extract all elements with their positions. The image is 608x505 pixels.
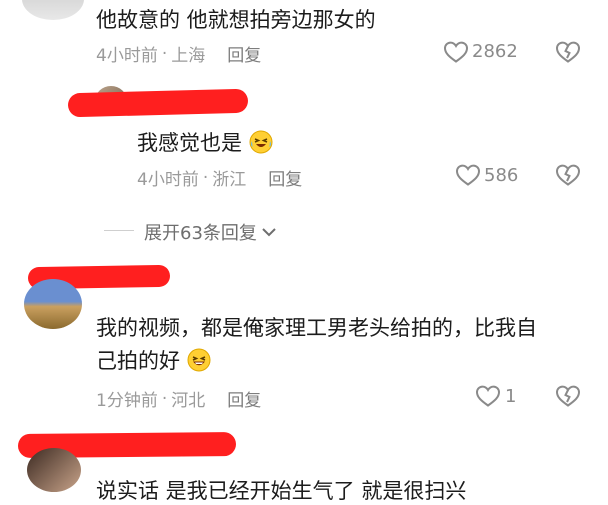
- avatar[interactable]: [24, 279, 82, 329]
- comment-meta: 1分钟前 · 河北 回复: [96, 386, 261, 412]
- comment-meta: 4小时前 · 上海 回复: [96, 41, 261, 67]
- reply-location: 浙江: [212, 170, 247, 190]
- heart-outline-icon[interactable]: [475, 384, 501, 408]
- heart-outline-icon[interactable]: [455, 163, 481, 187]
- redacted-username: [67, 88, 249, 118]
- reply-button[interactable]: 回复: [268, 165, 302, 190]
- broken-heart-icon[interactable]: [555, 163, 581, 187]
- comment-time: 4小时前: [96, 46, 158, 66]
- avatar[interactable]: [27, 448, 81, 492]
- comment-time: 1分钟前: [96, 391, 158, 411]
- comment-location: 上海: [171, 46, 206, 66]
- expand-divider: [104, 230, 134, 231]
- expand-replies-label: 展开63条回复: [144, 223, 257, 244]
- reply-button[interactable]: 回复: [227, 41, 261, 66]
- heart-outline-icon[interactable]: [443, 40, 469, 64]
- chevron-down-icon: [261, 226, 277, 238]
- reply-time: 4小时前: [137, 170, 199, 190]
- comment-text: 他故意的 他就想拍旁边那女的: [96, 8, 376, 32]
- broken-heart-icon[interactable]: [555, 40, 581, 64]
- comment-text-line2: 己拍的好: [96, 345, 211, 377]
- like-count: 1: [505, 386, 517, 407]
- reply-text: 我感觉也是: [137, 127, 273, 159]
- broken-heart-icon[interactable]: [555, 384, 581, 408]
- comment-text: 说实话 是我已经开始生气了 就是很扫兴: [96, 479, 467, 503]
- comment-text-line1: 我的视频，都是俺家理工男老头给拍的，比我自: [96, 316, 537, 340]
- avatar[interactable]: [22, 0, 84, 20]
- comment-location: 河北: [171, 391, 206, 411]
- laughing-emoji: [187, 348, 211, 377]
- crying-laughing-emoji: [249, 130, 273, 159]
- expand-replies-button[interactable]: 展开63条回复: [144, 219, 277, 245]
- like-count: 2862: [472, 41, 518, 62]
- reply-meta: 4小时前 · 浙江 回复: [137, 165, 302, 191]
- like-count: 586: [484, 165, 519, 186]
- reply-button[interactable]: 回复: [227, 386, 261, 411]
